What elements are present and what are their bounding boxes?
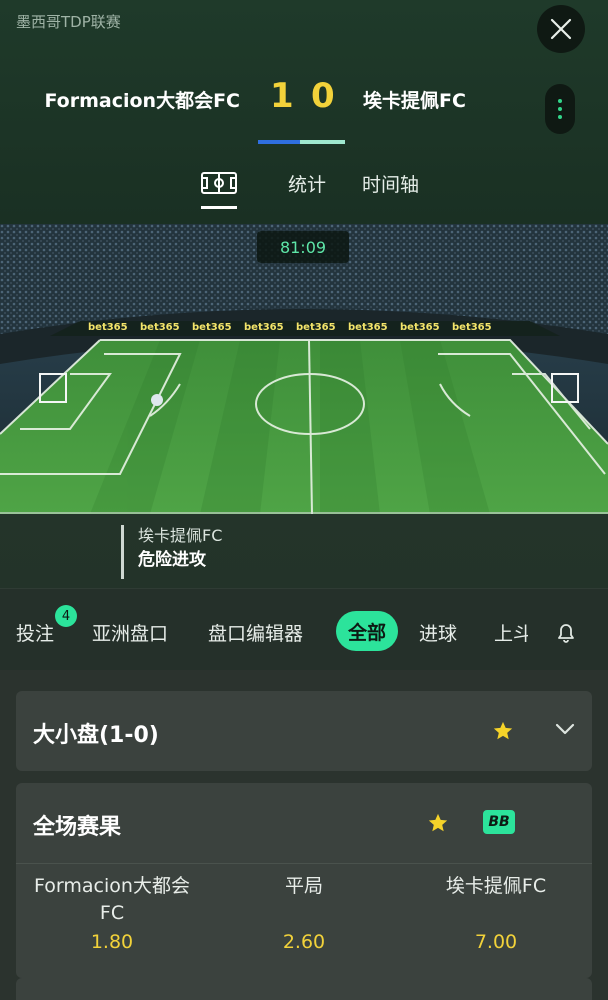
home-team-name: Formacion大都会FC bbox=[44, 90, 240, 112]
sponsor-label: bet365 bbox=[140, 322, 180, 333]
away-team-name: 埃卡提佩FC bbox=[363, 90, 466, 112]
close-button[interactable] bbox=[537, 5, 585, 53]
outcome-odds: 1.80 bbox=[90, 931, 134, 953]
bet-builder-badge[interactable]: BB bbox=[483, 810, 515, 834]
market-title: 大小盘(1-0) bbox=[33, 723, 159, 748]
tab-timeline[interactable]: 时间轴 bbox=[362, 170, 419, 197]
tab-asian-handicap[interactable]: 亚洲盘口 bbox=[92, 619, 168, 646]
outcome-away[interactable]: 埃卡提佩FC 7.00 bbox=[400, 873, 592, 957]
league-name: 墨西哥TDP联赛 bbox=[16, 13, 121, 31]
bell-icon bbox=[558, 624, 574, 643]
home-score-bar bbox=[258, 140, 300, 144]
market-over-under[interactable]: 大小盘(1-0) bbox=[16, 691, 592, 771]
tab-goals[interactable]: 进球 bbox=[419, 619, 457, 646]
divider bbox=[16, 863, 592, 864]
market-next-card[interactable] bbox=[16, 978, 592, 1000]
favorite-star-icon[interactable] bbox=[492, 720, 514, 742]
market-tab-bar: 投注 4 亚洲盘口 盘口编辑器 全部 进球 上斗 bbox=[0, 588, 608, 670]
outcome-name: Formacion大都会FC bbox=[34, 875, 190, 924]
sponsor-label: bet365 bbox=[400, 322, 440, 333]
match-header: 墨西哥TDP联赛 Formacion大都会FC 1 0 埃卡提佩FC 统计 时间… bbox=[0, 0, 608, 224]
outcome-odds: 2.60 bbox=[282, 931, 326, 953]
outcome-name: 埃卡提佩FC bbox=[445, 875, 547, 897]
active-tab-indicator bbox=[201, 206, 237, 209]
sponsor-boards: bet365 bet365 bet365 bet365 bet365 bet36… bbox=[0, 316, 608, 336]
live-event: 埃卡提佩FC 危险进攻 bbox=[121, 525, 222, 579]
away-score: 0 bbox=[311, 76, 335, 116]
market-title: 全场赛果 bbox=[33, 815, 122, 840]
sponsor-label: bet365 bbox=[452, 322, 492, 333]
more-dot-icon bbox=[558, 99, 562, 103]
sponsor-label: bet365 bbox=[348, 322, 388, 333]
tab-stats[interactable]: 统计 bbox=[288, 170, 326, 197]
close-icon bbox=[550, 18, 572, 40]
sponsor-label: bet365 bbox=[296, 322, 336, 333]
chevron-down-icon[interactable] bbox=[554, 718, 576, 740]
favorite-star-icon[interactable] bbox=[427, 812, 449, 834]
tab-pitch[interactable] bbox=[201, 172, 237, 199]
event-description: 危险进攻 bbox=[138, 550, 206, 570]
away-score-bar bbox=[300, 140, 345, 144]
notifications-button[interactable] bbox=[554, 620, 578, 648]
bet-count-badge: 4 bbox=[55, 605, 77, 627]
outcome-draw[interactable]: 平局 2.60 bbox=[208, 873, 400, 957]
tab-half[interactable]: 上斗 bbox=[494, 619, 528, 646]
more-options-button[interactable] bbox=[545, 84, 575, 134]
tab-bet-builder[interactable]: 盘口编辑器 bbox=[208, 619, 303, 646]
more-dot-icon bbox=[558, 115, 562, 119]
more-dot-icon bbox=[558, 107, 562, 111]
tab-all[interactable]: 全部 bbox=[336, 611, 398, 651]
markets-list: 大小盘(1-0) 全场赛果 BB Formacion大都会FC 1.80 平局 … bbox=[0, 670, 608, 1000]
live-pitch-view: bet365 bet365 bet365 bet365 bet365 bet36… bbox=[0, 224, 608, 588]
match-timer: 81:09 bbox=[257, 231, 349, 263]
pitch-icon bbox=[201, 172, 237, 194]
outcome-odds: 7.00 bbox=[474, 931, 518, 953]
outcome-name: 平局 bbox=[284, 875, 323, 897]
sponsor-label: bet365 bbox=[88, 322, 128, 333]
tab-bets[interactable]: 投注 bbox=[16, 619, 54, 646]
outcome-home[interactable]: Formacion大都会FC 1.80 bbox=[16, 873, 208, 957]
market-full-time-result: 全场赛果 BB Formacion大都会FC 1.80 平局 2.60 埃卡提佩… bbox=[16, 783, 592, 978]
stadium-pitch-graphic bbox=[0, 224, 608, 514]
home-score: 1 bbox=[270, 76, 294, 116]
sponsor-label: bet365 bbox=[244, 322, 284, 333]
event-team-name: 埃卡提佩FC bbox=[138, 526, 223, 545]
sponsor-label: bet365 bbox=[192, 322, 232, 333]
